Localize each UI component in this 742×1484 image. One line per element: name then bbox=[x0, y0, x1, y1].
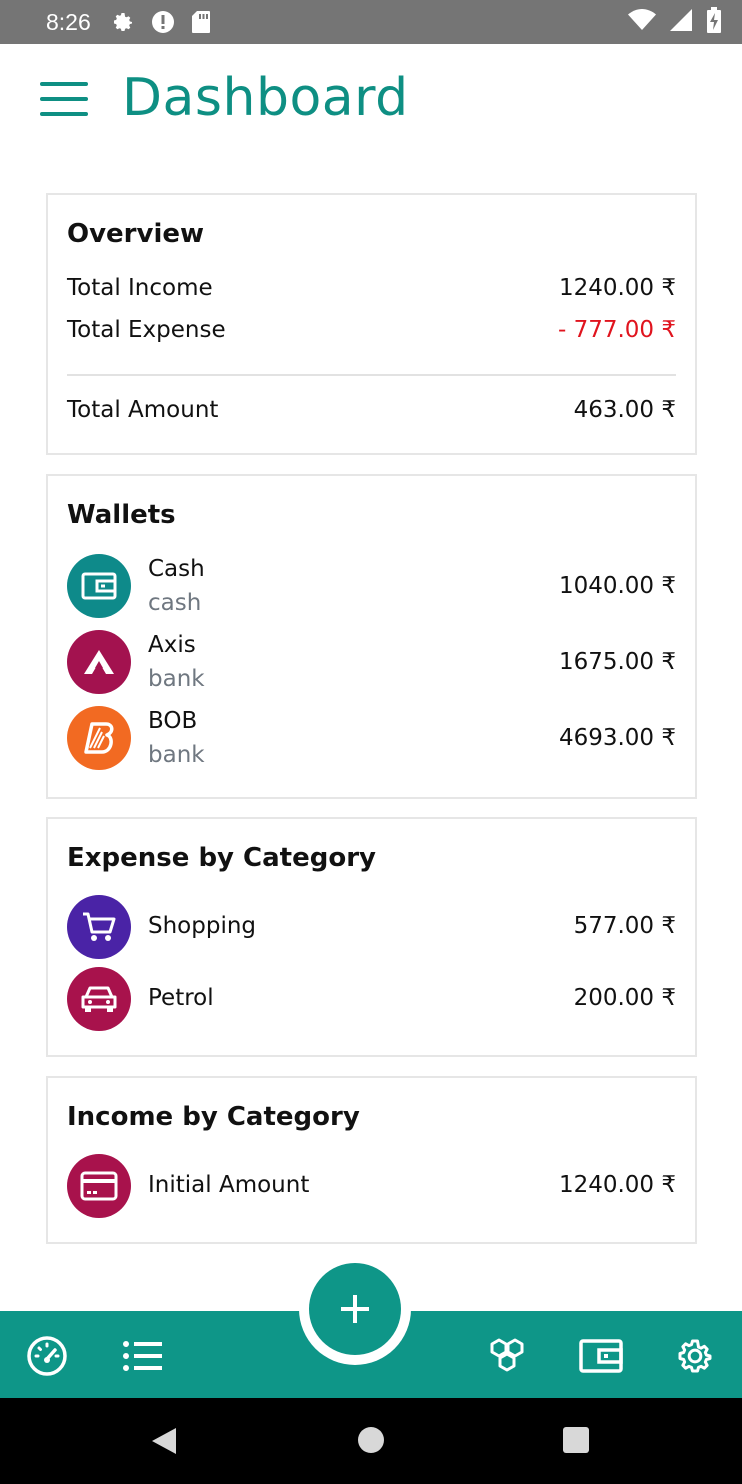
wifi-icon bbox=[628, 9, 656, 35]
add-button[interactable] bbox=[309, 1263, 401, 1355]
transactions-list-icon[interactable] bbox=[120, 1333, 166, 1379]
alert-icon bbox=[151, 10, 175, 34]
home-icon[interactable] bbox=[357, 1426, 385, 1458]
category-amount: 1240.00 ₹ bbox=[558, 1172, 676, 1198]
shopping-cart-icon bbox=[67, 895, 131, 959]
bob-bank-logo-icon bbox=[67, 706, 131, 770]
wallets-icon[interactable] bbox=[578, 1333, 624, 1379]
category-name: Petrol bbox=[148, 985, 214, 1011]
income-by-category-card: Income by Category Initial Amount 1240.0… bbox=[46, 1076, 697, 1244]
category-amount: 577.00 ₹ bbox=[573, 913, 676, 939]
total-expense-value: - 777.00 ₹ bbox=[557, 317, 676, 343]
total-expense-label: Total Expense bbox=[67, 317, 226, 343]
system-navigation-bar bbox=[0, 1398, 742, 1484]
wallet-type: cash bbox=[148, 590, 202, 616]
wallets-card: Wallets Cash cash 1040.00 ₹ Axis bank 16… bbox=[46, 474, 697, 799]
total-amount-value: 463.00 ₹ bbox=[573, 397, 676, 423]
page-title: Dashboard bbox=[122, 68, 409, 128]
sd-card-icon bbox=[191, 10, 211, 34]
wallet-name: BOB bbox=[148, 708, 198, 734]
axis-bank-logo-icon bbox=[67, 630, 131, 694]
wallet-name: Cash bbox=[148, 556, 205, 582]
wallet-type: bank bbox=[148, 666, 205, 692]
back-icon[interactable] bbox=[150, 1426, 178, 1460]
recents-icon[interactable] bbox=[562, 1426, 590, 1458]
car-icon bbox=[67, 967, 131, 1031]
overview-title: Overview bbox=[67, 219, 205, 249]
income-by-category-title: Income by Category bbox=[67, 1102, 360, 1132]
settings-icon bbox=[111, 10, 135, 34]
settings-icon[interactable] bbox=[672, 1333, 718, 1379]
expense-by-category-title: Expense by Category bbox=[67, 843, 376, 873]
category-name: Shopping bbox=[148, 913, 257, 939]
overview-card: Overview Total Income 1240.00 ₹ Total Ex… bbox=[46, 193, 697, 455]
wallet-amount: 1675.00 ₹ bbox=[558, 649, 676, 675]
categories-icon[interactable] bbox=[484, 1333, 530, 1379]
status-bar: 8:26 bbox=[0, 0, 742, 44]
total-amount-label: Total Amount bbox=[67, 397, 219, 423]
expense-by-category-card: Expense by Category Shopping 577.00 ₹ Pe… bbox=[46, 817, 697, 1057]
wallet-amount: 1040.00 ₹ bbox=[558, 573, 676, 599]
battery-charging-icon bbox=[706, 7, 722, 37]
total-income-label: Total Income bbox=[67, 275, 213, 301]
add-icon bbox=[341, 1295, 369, 1323]
wallet-name: Axis bbox=[148, 632, 196, 658]
wallet-amount: 4693.00 ₹ bbox=[558, 725, 676, 751]
wallet-type: bank bbox=[148, 742, 205, 768]
total-income-value: 1240.00 ₹ bbox=[558, 275, 676, 301]
category-amount: 200.00 ₹ bbox=[573, 985, 676, 1011]
overview-divider bbox=[67, 374, 676, 376]
credit-card-icon bbox=[67, 1154, 131, 1218]
wallets-title: Wallets bbox=[67, 500, 176, 530]
signal-icon bbox=[670, 9, 692, 35]
category-name: Initial Amount bbox=[148, 1172, 310, 1198]
hamburger-menu-icon[interactable] bbox=[40, 82, 90, 122]
app-header: Dashboard bbox=[0, 44, 742, 164]
wallet-icon bbox=[67, 554, 131, 618]
dashboard-gauge-icon[interactable] bbox=[24, 1333, 70, 1379]
status-time: 8:26 bbox=[46, 8, 91, 35]
